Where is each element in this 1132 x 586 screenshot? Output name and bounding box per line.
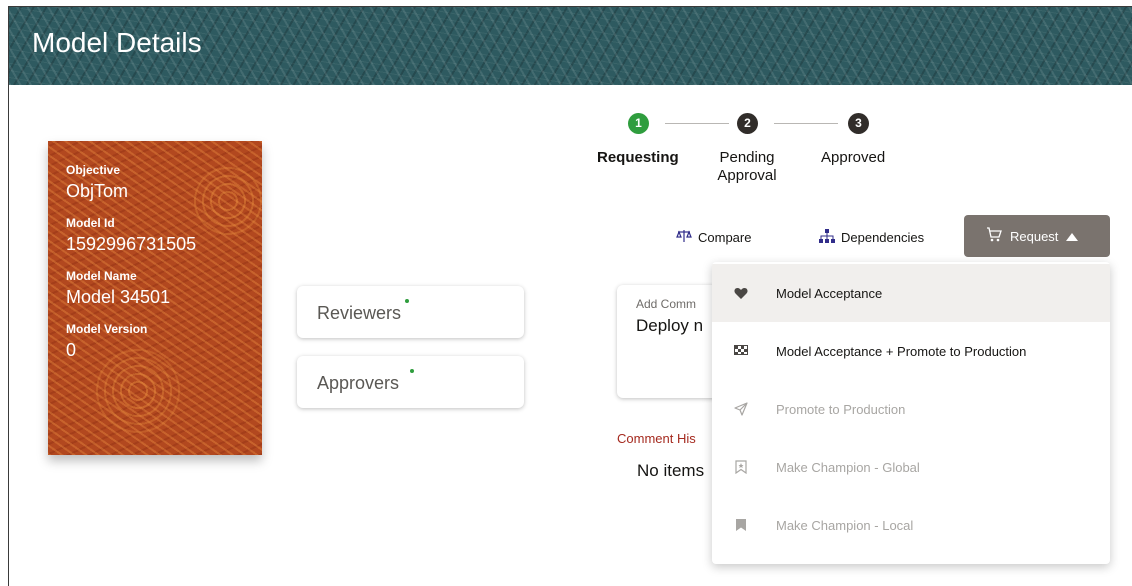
app-window: Model Details Objective ObjTom Model Id … bbox=[8, 6, 1132, 586]
dependencies-label: Dependencies bbox=[841, 230, 925, 245]
send-icon bbox=[732, 400, 750, 418]
required-indicator bbox=[410, 369, 414, 373]
model-version-value: 0 bbox=[66, 340, 77, 360]
scale-icon bbox=[676, 229, 692, 246]
page-title: Model Details bbox=[32, 27, 202, 58]
model-id-label: Model Id bbox=[66, 216, 115, 230]
model-info-card: Objective ObjTom Model Id 1592996731505 … bbox=[48, 141, 262, 455]
approvers-label: Approvers bbox=[317, 373, 400, 393]
menu-item-label: Model Acceptance + Promote to Production bbox=[776, 343, 1027, 359]
menu-item-make-champion-global[interactable]: Make Champion - Global bbox=[712, 438, 1110, 496]
model-version-label: Model Version bbox=[66, 322, 148, 336]
reviewers-field[interactable]: Reviewers bbox=[297, 286, 524, 338]
step-2-label-line1: Pending bbox=[719, 149, 775, 166]
comment-value: Deploy n bbox=[636, 316, 704, 335]
compare-button[interactable]: Compare bbox=[676, 229, 751, 246]
heart-icon bbox=[732, 284, 750, 302]
step-connector bbox=[665, 123, 729, 124]
bookmark-outline-icon bbox=[732, 458, 750, 476]
step-1-label: Requesting bbox=[597, 149, 679, 166]
hierarchy-icon bbox=[819, 229, 835, 246]
request-button[interactable]: Request bbox=[964, 215, 1110, 257]
menu-item-label: Make Champion - Local bbox=[776, 517, 914, 533]
step-3-label: Approved bbox=[821, 149, 886, 166]
model-id-value: 1592996731505 bbox=[66, 234, 197, 254]
model-name-value: Model 34501 bbox=[66, 287, 171, 307]
compare-label: Compare bbox=[698, 230, 752, 245]
comment-history-label: Comment His bbox=[617, 431, 696, 446]
step-3-circle: 3 bbox=[848, 113, 869, 134]
bookmark-icon bbox=[732, 516, 750, 534]
dependencies-button[interactable]: Dependencies bbox=[819, 229, 924, 246]
menu-item-make-champion-local[interactable]: Make Champion - Local bbox=[712, 496, 1110, 554]
menu-item-label: Promote to Production bbox=[776, 401, 906, 417]
cart-icon bbox=[986, 227, 1002, 245]
objective-label: Objective bbox=[66, 163, 121, 177]
menu-item-model-acceptance[interactable]: Model Acceptance bbox=[712, 264, 1110, 322]
checkered-flag-icon bbox=[732, 342, 750, 360]
caret-up-icon bbox=[1066, 229, 1079, 244]
step-2-label: Pending Approval bbox=[715, 149, 779, 185]
no-items-text: No items bbox=[637, 461, 705, 480]
step-connector bbox=[774, 123, 838, 124]
model-name-label: Model Name bbox=[66, 269, 137, 283]
request-label: Request bbox=[1010, 228, 1059, 244]
page-header: Model Details bbox=[9, 7, 1132, 85]
objective-value: ObjTom bbox=[66, 181, 129, 201]
menu-item-label: Make Champion - Global bbox=[776, 459, 920, 475]
menu-item-label: Model Acceptance bbox=[776, 285, 883, 301]
approvers-field[interactable]: Approvers bbox=[297, 356, 524, 408]
menu-item-promote-to-production[interactable]: Promote to Production bbox=[712, 380, 1110, 438]
step-2-label-line2: Approval bbox=[717, 167, 777, 184]
comment-placeholder: Add Comm bbox=[636, 297, 697, 311]
step-2-circle: 2 bbox=[737, 113, 758, 134]
menu-item-model-acceptance-promote[interactable]: Model Acceptance + Promote to Production bbox=[712, 322, 1110, 380]
reviewers-label: Reviewers bbox=[317, 303, 402, 323]
step-1-circle: 1 bbox=[628, 113, 649, 134]
required-indicator bbox=[405, 299, 409, 303]
request-menu: Model Acceptance Model Acceptance + Prom… bbox=[712, 262, 1110, 564]
